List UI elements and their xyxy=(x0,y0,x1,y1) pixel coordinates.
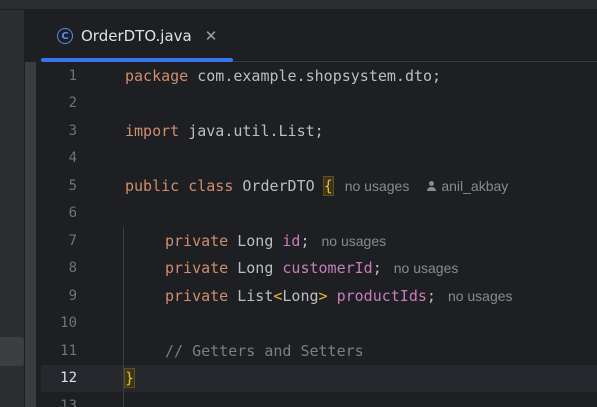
code-line-8: private Long customerId; no usages xyxy=(91,255,597,283)
code-line-11: // Getters and Setters xyxy=(91,337,597,365)
line-number: 10 xyxy=(60,315,77,332)
keyword-import: import xyxy=(125,121,180,140)
line-number: 11 xyxy=(60,342,77,359)
line-number: 7 xyxy=(68,232,77,249)
generic-type-long: Long xyxy=(282,286,319,305)
type-list: List xyxy=(237,286,274,305)
line-number: 3 xyxy=(68,122,77,139)
keyword-private: private xyxy=(165,231,229,250)
line-number: 5 xyxy=(68,177,77,194)
generic-open: < xyxy=(273,286,283,305)
keyword-public: public xyxy=(125,176,180,195)
code-line-1: package com.example.shopsystem.dto; xyxy=(91,62,597,90)
line-number: 8 xyxy=(68,260,77,277)
type-long: Long xyxy=(237,231,274,250)
comment: // Getters and Setters xyxy=(165,341,364,360)
line-number: 9 xyxy=(68,287,77,304)
type-long: Long xyxy=(237,259,274,278)
author-name: anil_akbay xyxy=(441,177,509,194)
code-line-7: private Long id; no usages xyxy=(91,227,597,255)
import-path: java.util.List; xyxy=(179,121,324,140)
close-brace: } xyxy=(123,368,136,389)
tab-label: OrderDTO.java xyxy=(81,27,192,45)
field-product-ids: productIds xyxy=(336,286,427,305)
keyword-package: package xyxy=(125,66,189,85)
top-toolbar-strip xyxy=(0,0,597,10)
editor-left-strip xyxy=(25,62,36,407)
line-number: 6 xyxy=(68,205,77,222)
code-line-3: import java.util.List; xyxy=(91,117,597,145)
generic-close: > xyxy=(318,286,328,305)
line-number-current: 12 xyxy=(60,370,77,387)
left-panel-selected-item[interactable] xyxy=(0,337,24,366)
line-number: 13 xyxy=(60,397,77,407)
code-line-5: public class OrderDTO { no usages anil_akb… xyxy=(91,172,597,200)
usages-hint[interactable]: no usages xyxy=(322,233,387,249)
keyword-private: private xyxy=(165,286,229,305)
open-brace: { xyxy=(322,175,334,196)
package-name: com.example.shopsystem.dto; xyxy=(188,66,442,85)
line-number: 4 xyxy=(68,150,77,167)
field-id: id xyxy=(282,231,301,250)
semicolon: ; xyxy=(372,259,382,278)
line-number-gutter: 1 2 3 4 5 6 7 8 9 10 11 12 13 xyxy=(41,62,91,407)
user-icon xyxy=(427,180,437,191)
tab-orderdto-java[interactable]: C OrderDTO.java ✕ xyxy=(41,10,233,62)
field-customer-id: customerId xyxy=(282,259,373,278)
line-number: 2 xyxy=(68,95,77,112)
line-number: 1 xyxy=(68,67,77,84)
usages-hint[interactable]: no usages xyxy=(448,288,513,304)
close-icon[interactable]: ✕ xyxy=(205,27,218,45)
class-icon: C xyxy=(57,28,73,44)
keyword-class: class xyxy=(188,176,234,195)
code-editor[interactable]: 1 2 3 4 5 6 7 8 9 10 11 12 13 package co… xyxy=(41,62,597,407)
semicolon: ; xyxy=(426,286,436,305)
keyword-private: private xyxy=(165,259,229,278)
usages-hint[interactable]: no usages xyxy=(345,178,410,194)
editor-tab-bar: C OrderDTO.java ✕ xyxy=(41,10,597,62)
code-line-9: private List < Long > productIds; no usages xyxy=(91,282,597,310)
semicolon: ; xyxy=(300,231,310,250)
code-line-12: } xyxy=(91,365,597,393)
code-area[interactable]: package com.example.shopsystem.dto; impo… xyxy=(91,62,597,407)
author-hint[interactable]: anil_akbay xyxy=(427,178,508,194)
usages-hint[interactable]: no usages xyxy=(394,260,459,276)
class-name: OrderDTO xyxy=(242,176,315,195)
